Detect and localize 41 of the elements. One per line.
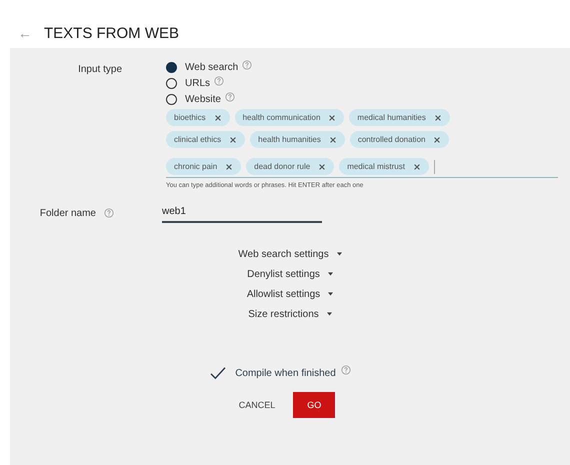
close-icon[interactable]	[225, 162, 234, 170]
checkbox-label: Compile when finished	[235, 368, 336, 378]
settings-dropdown[interactable]: Size restrictions	[248, 309, 332, 320]
caret-icon	[326, 312, 332, 316]
settings-dropdown[interactable]: Allowlist settings	[246, 289, 334, 300]
radio-label: Web search	[185, 62, 238, 73]
keyword-chip[interactable]: bioethics	[166, 109, 230, 126]
radio-label: Website	[185, 94, 221, 105]
field-label: Input type	[77, 63, 122, 77]
keyword-chip[interactable]: controlled donation	[350, 131, 450, 148]
close-icon[interactable]	[412, 162, 421, 170]
keyword-chip[interactable]: clinical ethics	[166, 131, 246, 148]
settings-dropdown[interactable]: Denylist settings	[247, 269, 333, 280]
keyword-chip[interactable]: chronic pain	[166, 158, 242, 175]
keyword-chip[interactable]: medical mistrust	[339, 158, 429, 175]
keyword-chip[interactable]: health communication	[234, 109, 344, 126]
close-icon[interactable]	[229, 136, 238, 144]
close-icon[interactable]	[318, 162, 326, 170]
close-icon[interactable]	[328, 136, 337, 144]
keywords-field[interactable]: bioethics health communication medical humanities clinical ethics health humanities controlled donation chronic pain dead donor rule medical mistrust	[166, 109, 558, 178]
close-icon[interactable]	[328, 114, 336, 122]
radio-button[interactable]	[166, 62, 177, 73]
keyword-chip[interactable]: health humanities	[250, 131, 345, 148]
caret-icon	[328, 292, 334, 296]
radio-label: URLs	[185, 78, 210, 89]
checkmark-icon[interactable]	[209, 366, 228, 380]
caret-icon	[336, 252, 342, 256]
radio-button[interactable]	[166, 78, 177, 89]
cancel-button[interactable]: CANCEL	[234, 392, 280, 418]
keyword-chip[interactable]: medical humanities	[349, 109, 450, 126]
close-icon[interactable]	[433, 136, 442, 144]
close-icon[interactable]	[214, 114, 222, 122]
page-title: TEXTS FROM WEB	[44, 24, 179, 42]
field-label: Folder name	[40, 208, 96, 218]
folder-name-input[interactable]: web1	[162, 203, 322, 223]
settings-dropdown[interactable]: Web search settings	[238, 249, 342, 260]
close-icon[interactable]	[434, 114, 442, 122]
caret-icon	[328, 272, 333, 276]
go-button[interactable]: GO	[293, 392, 336, 418]
keyword-chip[interactable]: dead donor rule	[246, 158, 334, 175]
radio-button[interactable]	[166, 94, 177, 105]
